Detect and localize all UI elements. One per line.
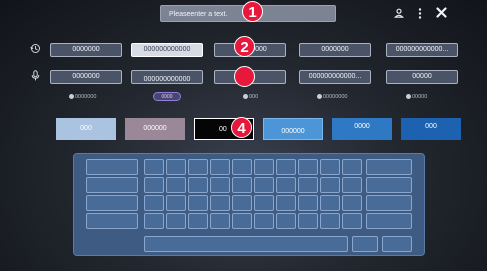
keyboard-key[interactable] xyxy=(210,213,230,229)
keyboard-key[interactable] xyxy=(86,195,138,211)
keyboard-key[interactable] xyxy=(298,159,318,175)
color-swatch[interactable]: 000 xyxy=(56,118,116,140)
dot-icon xyxy=(69,94,74,100)
history-chip-selected[interactable]: 000000000000 xyxy=(131,43,203,57)
keyboard-key[interactable] xyxy=(342,177,362,193)
keyboard-key[interactable] xyxy=(188,177,208,193)
more-vertical-icon[interactable] xyxy=(416,8,424,20)
keyboard-key[interactable] xyxy=(366,177,412,193)
keyboard-key[interactable] xyxy=(320,195,340,211)
keyboard-key[interactable] xyxy=(342,213,362,229)
recommend-item[interactable]: 00000 xyxy=(406,93,427,101)
color-swatch[interactable]: 0000 xyxy=(332,118,392,140)
keyboard-key[interactable] xyxy=(210,195,230,211)
keyboard-key[interactable] xyxy=(144,213,164,229)
close-icon[interactable] xyxy=(435,7,448,20)
recommend-label: 00000000 xyxy=(323,94,348,100)
keyboard-key[interactable] xyxy=(144,195,164,211)
keyboard-key[interactable] xyxy=(366,213,412,229)
keyboard-key[interactable] xyxy=(276,195,296,211)
keyboard-key[interactable] xyxy=(342,159,362,175)
keyboard-key[interactable] xyxy=(320,159,340,175)
keyboard-key[interactable] xyxy=(366,159,412,175)
history-chip[interactable]: 0000000 xyxy=(50,43,122,57)
keyboard-key[interactable] xyxy=(254,177,274,193)
on-screen-keyboard xyxy=(73,153,425,256)
keyboard-key[interactable] xyxy=(210,159,230,175)
keyboard-key[interactable] xyxy=(232,213,252,229)
keyboard-key[interactable] xyxy=(232,159,252,175)
keyboard-key[interactable] xyxy=(166,195,186,211)
keyboard-key[interactable] xyxy=(276,159,296,175)
color-swatch[interactable]: 000 xyxy=(401,118,461,140)
keyboard-key[interactable] xyxy=(166,213,186,229)
recommend-item[interactable]: 000 xyxy=(243,93,258,101)
keyboard-key[interactable] xyxy=(166,177,186,193)
callout-badge-4: 4 xyxy=(231,117,252,138)
keyboard-key[interactable] xyxy=(188,195,208,211)
keyboard-key[interactable] xyxy=(320,213,340,229)
recommend-item[interactable]: 00000000 xyxy=(317,93,347,101)
color-swatch[interactable]: 000000 xyxy=(125,118,185,140)
recommend-label: 0000000 xyxy=(75,94,97,100)
voice-chip[interactable]: 000000000000 xyxy=(131,70,203,84)
color-swatch[interactable]: 000000 xyxy=(263,118,323,140)
keyboard-key[interactable] xyxy=(166,159,186,175)
keyboard-key[interactable] xyxy=(298,177,318,193)
keyboard-key[interactable] xyxy=(188,159,208,175)
keyboard-key[interactable] xyxy=(382,236,412,252)
voice-chip[interactable]: 000000000000... xyxy=(299,70,371,84)
voice-chip[interactable]: 00000 xyxy=(386,70,458,84)
callout-badge-1: 1 xyxy=(242,1,263,22)
keyboard-key[interactable] xyxy=(254,213,274,229)
history-icon xyxy=(30,43,41,57)
keyboard-key[interactable] xyxy=(86,159,138,175)
recommend-label: 00000 xyxy=(412,94,428,100)
keyboard-key[interactable] xyxy=(210,177,230,193)
recommend-item-selected[interactable]: 0000 xyxy=(153,92,181,101)
history-chip[interactable]: 0000000 xyxy=(299,43,371,57)
recommend-label: 0000 xyxy=(161,94,173,100)
dot-icon xyxy=(243,94,248,100)
dot-icon xyxy=(317,94,322,100)
keyboard-key[interactable] xyxy=(188,213,208,229)
keyboard-key[interactable] xyxy=(144,177,164,193)
keyboard-key[interactable] xyxy=(320,177,340,193)
user-icon[interactable] xyxy=(393,8,405,20)
history-chip[interactable]: 000000000000... xyxy=(386,43,458,57)
keyboard-key[interactable] xyxy=(298,213,318,229)
keyboard-key[interactable] xyxy=(232,195,252,211)
keyboard-key[interactable] xyxy=(342,195,362,211)
callout-badge-3: 3 xyxy=(234,66,255,87)
voice-chip[interactable]: 0000000 xyxy=(50,70,122,84)
keyboard-key[interactable] xyxy=(232,177,252,193)
keyboard-key[interactable] xyxy=(86,213,138,229)
callout-badge-2: 2 xyxy=(234,36,255,57)
recommend-label: 000 xyxy=(249,94,259,100)
keyboard-key[interactable] xyxy=(254,195,274,211)
keyboard-key[interactable] xyxy=(276,177,296,193)
keyboard-key[interactable] xyxy=(144,236,348,252)
dot-icon xyxy=(406,94,411,100)
keyboard-key[interactable] xyxy=(86,177,138,193)
keyboard-key[interactable] xyxy=(366,195,412,211)
microphone-icon xyxy=(31,70,40,84)
keyboard-key[interactable] xyxy=(144,159,164,175)
keyboard-key[interactable] xyxy=(298,195,318,211)
recommend-item[interactable]: 0000000 xyxy=(69,93,96,101)
keyboard-key[interactable] xyxy=(254,159,274,175)
keyboard-key[interactable] xyxy=(352,236,378,252)
keyboard-key[interactable] xyxy=(276,213,296,229)
